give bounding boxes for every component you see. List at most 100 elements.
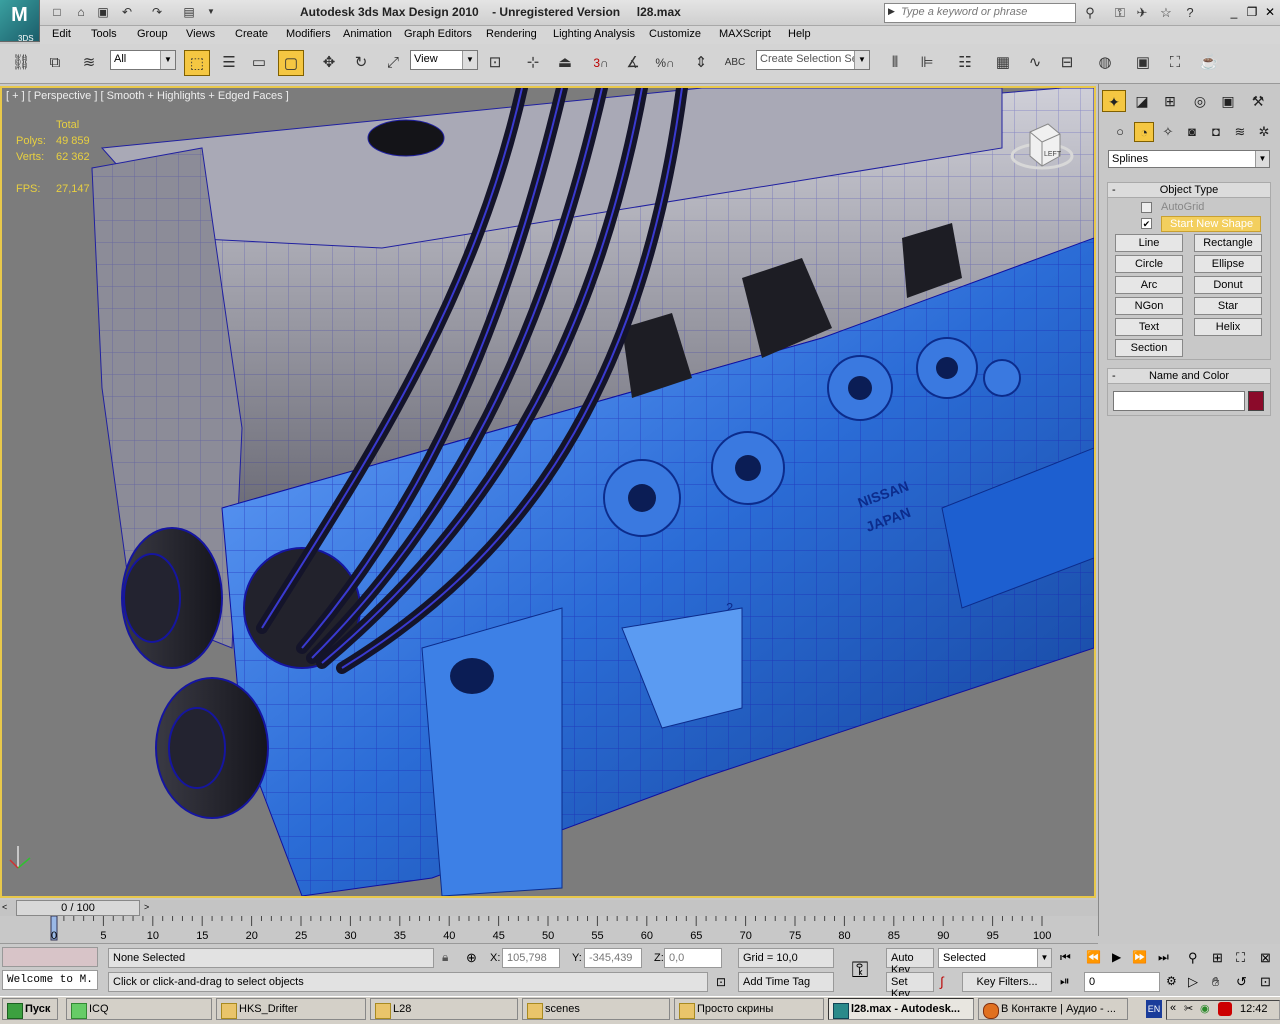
taskbar-item-hks-drifter[interactable]: HKS_Drifter bbox=[216, 998, 366, 1020]
shapes-icon[interactable]: ◔ bbox=[1134, 122, 1154, 142]
object-type-rollout-header[interactable]: - Object Type bbox=[1107, 182, 1271, 198]
orbit-icon[interactable]: ↺ bbox=[1236, 974, 1247, 990]
taskbar-item-scenes[interactable]: scenes bbox=[522, 998, 670, 1020]
maxscript-mini-listener[interactable]: Welcome to M. bbox=[2, 970, 98, 990]
auto-key-button[interactable]: Auto Key bbox=[886, 948, 934, 976]
time-slider-left-icon[interactable]: < bbox=[2, 902, 7, 912]
graphite-modeling-tools-icon[interactable]: ▦ bbox=[990, 50, 1016, 76]
set-keys-key-icon[interactable]: ⚿ bbox=[842, 950, 878, 990]
select-and-rotate-icon[interactable]: ↻ bbox=[348, 50, 374, 76]
previous-frame-icon[interactable]: ⏪ bbox=[1086, 950, 1101, 964]
menu-modifiers[interactable]: Modifiers bbox=[286, 28, 331, 40]
perspective-viewport[interactable]: NISSAN JAPAN 2 bbox=[0, 86, 1096, 898]
maximize-viewport-icon[interactable]: ⊡ bbox=[1260, 974, 1271, 990]
help-icon[interactable]: ? bbox=[1180, 3, 1200, 23]
menu-edit[interactable]: Edit bbox=[52, 28, 71, 40]
percent-snap-icon[interactable]: %∩ bbox=[652, 50, 678, 76]
lock-selection-icon[interactable]: 🔒︎ bbox=[442, 950, 448, 965]
key-mode-dropdown[interactable]: Selected ▼ bbox=[938, 948, 1052, 968]
menu-graph-editors[interactable]: Graph Editors bbox=[404, 28, 472, 40]
select-object-icon[interactable]: ⬚ bbox=[184, 50, 210, 76]
arc-button[interactable]: Arc bbox=[1115, 276, 1183, 294]
rectangular-selection-icon[interactable]: ▭ bbox=[246, 50, 272, 76]
modify-tab-icon[interactable]: ◪ bbox=[1130, 90, 1154, 112]
select-and-scale-icon[interactable]: ⤢ bbox=[380, 50, 406, 76]
favorites-star-icon[interactable]: ☆ bbox=[1156, 3, 1176, 23]
tray-expand-icon[interactable]: « bbox=[1170, 1002, 1176, 1014]
next-frame-icon[interactable]: ⏩ bbox=[1132, 950, 1147, 964]
hierarchy-tab-icon[interactable]: ⊞ bbox=[1158, 90, 1182, 112]
key-mode-toggle-icon[interactable]: ⏯ bbox=[1060, 974, 1070, 989]
align-icon[interactable]: ⊫ bbox=[914, 50, 940, 76]
display-tab-icon[interactable]: ▣ bbox=[1216, 90, 1240, 112]
space-warps-icon[interactable]: ≋ bbox=[1230, 122, 1250, 142]
open-file-icon[interactable]: ⌂ bbox=[72, 3, 90, 21]
create-tab-icon[interactable]: ✦ bbox=[1102, 90, 1126, 112]
search-input[interactable]: Type a keyword or phrase bbox=[884, 3, 1076, 23]
spinner-snap-icon[interactable]: ⇕ bbox=[688, 50, 714, 76]
field-of-view-icon[interactable]: ▷ bbox=[1188, 974, 1198, 990]
key-filters-button[interactable]: Key Filters... bbox=[962, 972, 1052, 992]
star-button[interactable]: Star bbox=[1194, 297, 1262, 315]
circle-button[interactable]: Circle bbox=[1115, 255, 1183, 273]
angle-snap-icon[interactable]: ∡ bbox=[620, 50, 646, 76]
zoom-all-icon[interactable]: ⊞ bbox=[1212, 950, 1223, 966]
save-file-icon[interactable]: ▣ bbox=[94, 3, 112, 21]
menu-views[interactable]: Views bbox=[186, 28, 215, 40]
taskbar-item-3dsmax[interactable]: l28.max - Autodesk... bbox=[828, 998, 974, 1020]
render-production-icon[interactable]: ☕ bbox=[1196, 50, 1222, 76]
satellite-icon[interactable]: ✈ bbox=[1132, 3, 1152, 23]
name-color-rollout-header[interactable]: - Name and Color bbox=[1107, 368, 1271, 384]
mirror-icon[interactable]: ⫴ bbox=[882, 50, 908, 76]
tray-tools-icon[interactable]: ✂ bbox=[1184, 1002, 1193, 1015]
restore-icon[interactable]: ❐ bbox=[1244, 4, 1260, 20]
curve-editor-icon[interactable]: ∿ bbox=[1022, 50, 1048, 76]
helix-button[interactable]: Helix bbox=[1194, 318, 1262, 336]
viewport-label[interactable]: [ + ] [ Perspective ] [ Smooth + Highlig… bbox=[6, 90, 289, 102]
bind-to-space-warp-icon[interactable]: ≋ bbox=[76, 50, 102, 76]
close-icon[interactable]: ✕ bbox=[1262, 4, 1278, 20]
time-slider-thumb[interactable]: 0 / 100 bbox=[16, 900, 140, 916]
ellipse-button[interactable]: Ellipse bbox=[1194, 255, 1262, 273]
snaps-toggle-icon[interactable]: 3∩ bbox=[588, 50, 614, 76]
rectangle-button[interactable]: Rectangle bbox=[1194, 234, 1262, 252]
taskbar-item-browser[interactable]: В Контакте | Аудио - ... bbox=[978, 998, 1128, 1020]
start-button[interactable]: Пуск bbox=[2, 998, 58, 1020]
menu-group[interactable]: Group bbox=[137, 28, 168, 40]
autogrid-checkbox[interactable] bbox=[1141, 202, 1152, 213]
shape-category-dropdown[interactable]: Splines ▼ bbox=[1108, 150, 1270, 168]
line-button[interactable]: Line bbox=[1115, 234, 1183, 252]
select-and-move-icon[interactable]: ✥ bbox=[316, 50, 342, 76]
menu-rendering[interactable]: Rendering bbox=[486, 28, 537, 40]
utilities-tab-icon[interactable]: ⚒ bbox=[1246, 90, 1270, 112]
menu-lighting-analysis[interactable]: Lighting Analysis bbox=[553, 28, 635, 40]
donut-button[interactable]: Donut bbox=[1194, 276, 1262, 294]
object-name-input[interactable] bbox=[1113, 391, 1245, 411]
menu-tools[interactable]: Tools bbox=[91, 28, 117, 40]
maxscript-mini-listener-pink[interactable] bbox=[2, 947, 98, 967]
y-coordinate-field[interactable]: -345,439 bbox=[584, 948, 642, 968]
edit-named-selection-icon[interactable]: ABC bbox=[722, 50, 748, 76]
tray-antivirus-icon[interactable] bbox=[1218, 1002, 1232, 1016]
helpers-icon[interactable]: ◘ bbox=[1206, 122, 1226, 142]
search-arrow-icon[interactable]: ▶ bbox=[888, 6, 895, 17]
pan-view-icon[interactable]: ✋︎ bbox=[1212, 974, 1219, 990]
play-icon[interactable]: ▶ bbox=[1112, 950, 1121, 964]
cameras-icon[interactable]: ◙ bbox=[1182, 122, 1202, 142]
time-slider-track[interactable] bbox=[0, 900, 1098, 916]
communication-center-icon[interactable]: ⚿ bbox=[1110, 3, 1130, 23]
tray-network-icon[interactable]: ◉ bbox=[1200, 1002, 1210, 1015]
taskbar-item-icq[interactable]: ICQ bbox=[66, 998, 212, 1020]
new-file-icon[interactable]: □ bbox=[48, 3, 66, 21]
geometry-icon[interactable]: ○ bbox=[1110, 122, 1130, 142]
select-by-name-icon[interactable]: ☰ bbox=[216, 50, 242, 76]
reference-coordinate-dropdown[interactable]: View ▼ bbox=[410, 50, 478, 70]
start-new-shape-checkbox[interactable]: ✔ bbox=[1141, 218, 1152, 229]
set-key-button[interactable]: Set Key bbox=[886, 972, 934, 1000]
time-configuration-icon[interactable]: ⚙ bbox=[1166, 974, 1177, 988]
absolute-mode-icon[interactable]: ⊕ bbox=[466, 950, 477, 966]
go-to-end-icon[interactable]: ⏭ bbox=[1158, 950, 1169, 965]
viewcube[interactable]: LEFT bbox=[1010, 120, 1074, 184]
menu-create[interactable]: Create bbox=[235, 28, 268, 40]
language-indicator[interactable]: EN bbox=[1146, 1000, 1162, 1018]
